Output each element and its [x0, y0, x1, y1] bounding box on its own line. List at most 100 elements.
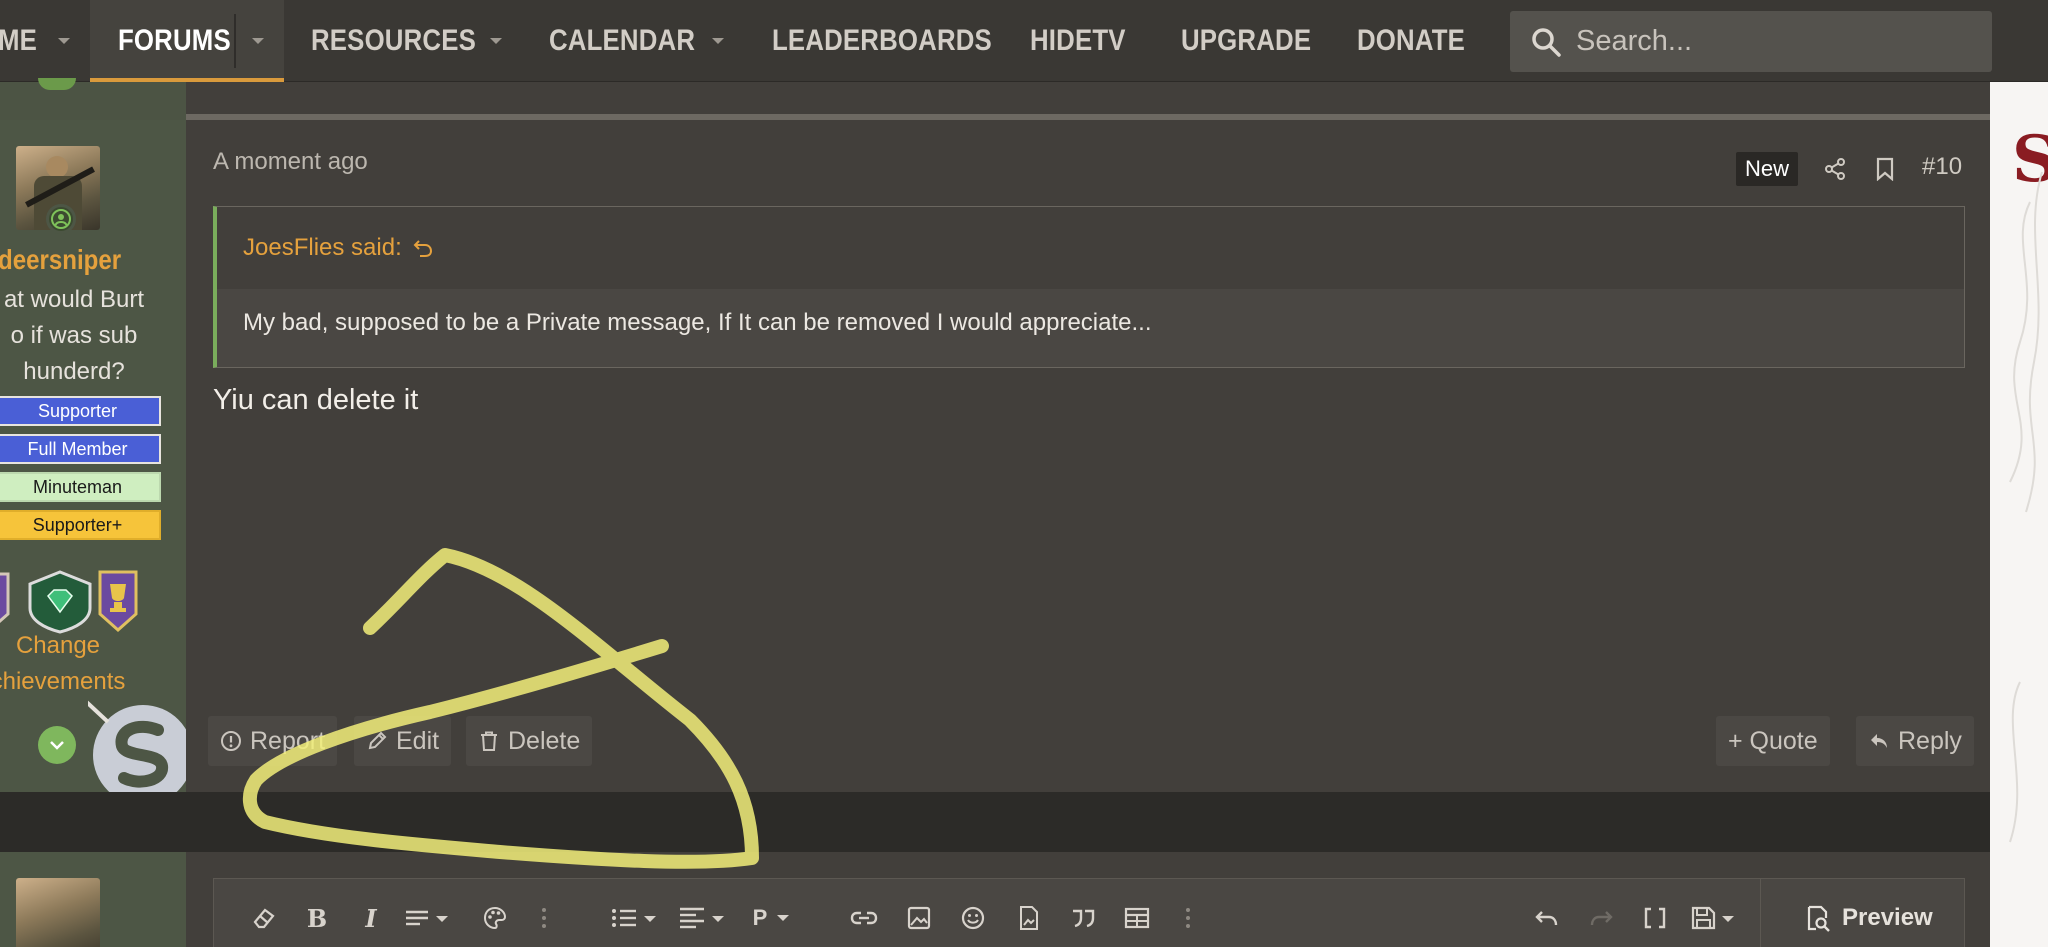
nav-item-calendar[interactable]: CALENDAR	[549, 0, 719, 82]
spinning-logo-icon	[88, 700, 186, 792]
reply-button[interactable]: Reply	[1856, 716, 1974, 766]
toolbar-table-button[interactable]	[1120, 900, 1154, 936]
table-icon	[1124, 907, 1150, 929]
toolbar-bbcode-toggle-button[interactable]	[1638, 900, 1672, 936]
toolbar-clear-format-button[interactable]	[246, 900, 282, 936]
user-banner-full-member: Full Member	[0, 434, 161, 464]
share-button[interactable]	[1818, 152, 1852, 186]
preview-button[interactable]: Preview	[1804, 900, 1933, 936]
report-icon	[221, 731, 241, 751]
toolbar-link-button[interactable]	[846, 900, 882, 936]
chevron-down-icon	[777, 915, 790, 921]
toolbar-image-button[interactable]	[902, 900, 936, 936]
link-icon	[850, 911, 878, 925]
report-label: Report	[250, 726, 326, 755]
post-timestamp[interactable]: A moment ago	[213, 148, 368, 176]
quote-text: My bad, supposed to be a Private message…	[243, 309, 1152, 336]
nav-item-donate[interactable]: DONATE	[1357, 0, 1483, 82]
toolbar-media-button[interactable]	[1012, 900, 1046, 936]
trash-icon	[481, 731, 497, 751]
user-sidebar: deersniper at would Burt o if was sub hu…	[0, 120, 186, 792]
page-side-background: S	[1990, 82, 2048, 947]
paragraph-icon: P	[752, 905, 768, 930]
toolbar-redo-button[interactable]	[1584, 900, 1618, 936]
user-panel-expand-button[interactable]	[38, 726, 76, 764]
bullet-list-icon	[612, 909, 656, 927]
toolbar-bold-button[interactable]: B	[300, 900, 334, 936]
palette-icon	[483, 906, 507, 930]
quote-marks-icon	[1073, 909, 1095, 928]
pencil-icon	[368, 731, 387, 750]
user-title-line: at would Burt	[3, 286, 145, 313]
toolbar-list-button[interactable]	[610, 900, 660, 936]
chevron-down-icon	[490, 38, 502, 44]
chevron-down-icon	[58, 38, 70, 44]
avatar[interactable]	[16, 878, 100, 947]
toolbar-color-button[interactable]	[478, 900, 512, 936]
more-vertical-icon	[1186, 908, 1190, 928]
toolbar-more-insert-button[interactable]	[1180, 900, 1196, 936]
edit-button[interactable]: Edit	[354, 716, 452, 766]
quote-label: + Quote	[1728, 726, 1818, 755]
bookmark-button[interactable]	[1868, 152, 1902, 186]
nav-item-leaderboards[interactable]: LEADERBOARDS	[772, 0, 1028, 82]
nav-forums-dropdown[interactable]	[240, 0, 276, 82]
change-achievements-link[interactable]: Change chievements	[0, 628, 146, 700]
online-status-icon	[46, 204, 76, 234]
user-title-line: hunderd?	[23, 358, 125, 385]
toolbar-undo-button[interactable]	[1530, 900, 1564, 936]
toolbar-paragraph-button[interactable]: P	[750, 900, 794, 936]
delete-label: Delete	[508, 726, 581, 755]
nav-item-home[interactable]: ME	[0, 0, 43, 82]
previous-post-footer	[186, 82, 1990, 114]
report-button[interactable]: Report	[208, 716, 338, 766]
search-box[interactable]	[1510, 11, 1992, 72]
reply-label: Reply	[1898, 726, 1962, 755]
search-input[interactable]	[1576, 25, 1976, 58]
nav-item-resources[interactable]: RESOURCES	[311, 0, 503, 82]
toolbar-align-button[interactable]	[678, 900, 728, 936]
jump-to-quote-icon[interactable]	[412, 237, 434, 259]
achievement-badges[interactable]	[0, 568, 186, 634]
quote-author-link[interactable]: JoesFlies said:	[243, 234, 402, 262]
eraser-icon	[253, 908, 275, 929]
diamond-badge-icon	[28, 570, 92, 634]
nav-resources-dropdown[interactable]	[478, 0, 514, 82]
nav-calendar-dropdown[interactable]	[700, 0, 736, 82]
toolbar-text-options-button[interactable]	[404, 900, 454, 936]
toolbar-more-button[interactable]	[536, 900, 552, 936]
toolbar-quote-button[interactable]	[1066, 900, 1100, 936]
redo-icon	[1590, 911, 1613, 926]
username[interactable]: deersniper	[0, 244, 141, 276]
previous-post-expand-button[interactable]	[38, 78, 76, 90]
toolbar-emoji-button[interactable]	[956, 900, 990, 936]
trophy-badge-icon	[98, 570, 138, 633]
quote-block: JoesFlies said: My bad, supposed to be a…	[213, 206, 1965, 368]
user-banner-minuteman: Minuteman	[0, 472, 161, 502]
previous-post-user-panel	[0, 78, 186, 120]
chevron-down-icon	[50, 741, 64, 750]
post-separator	[0, 792, 1990, 852]
save-icon	[1691, 906, 1734, 930]
new-post-badge: New	[1736, 152, 1798, 186]
user-title: at would Burt o if was sub hunderd?	[0, 282, 162, 390]
bold-icon: B	[306, 903, 328, 933]
change-achievements-line: Change	[15, 632, 101, 659]
post-number-link[interactable]: #10	[1922, 153, 1962, 181]
user-banner-supporter-plus: Supporter+	[0, 510, 161, 540]
toolbar-italic-button[interactable]: I	[354, 900, 388, 936]
reply-icon	[1871, 734, 1887, 748]
toolbar-drafts-button[interactable]	[1690, 900, 1740, 936]
post-message: Yiu can delete it	[213, 384, 419, 416]
nav-item-hidetv[interactable]: HIDETV	[1030, 0, 1141, 82]
nav-item-upgrade[interactable]: UPGRADE	[1181, 0, 1332, 82]
align-left-icon	[680, 907, 724, 929]
delete-button[interactable]: Delete	[466, 716, 593, 766]
nav-item-forums[interactable]: FORUMS	[118, 0, 249, 82]
quote-button[interactable]: + Quote	[1716, 716, 1830, 766]
change-achievements-line: chievements	[0, 668, 126, 695]
nav-home-dropdown[interactable]	[46, 0, 82, 82]
edit-label: Edit	[396, 726, 440, 755]
brackets-icon	[1644, 907, 1666, 929]
toolbar-separator	[1760, 878, 1761, 947]
